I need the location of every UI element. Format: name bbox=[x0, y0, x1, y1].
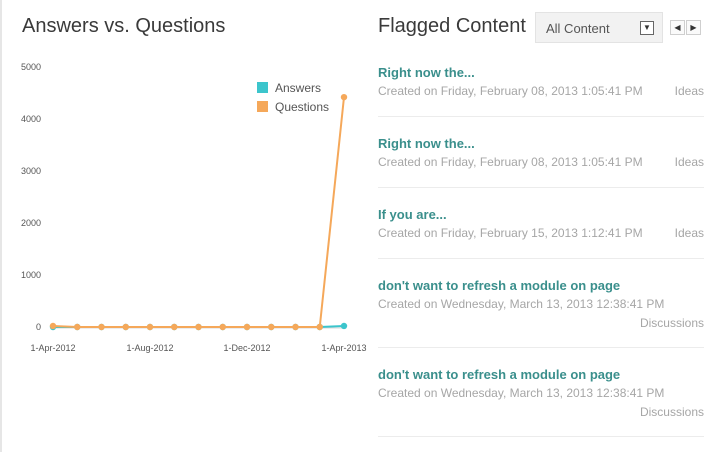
flagged-content-list: Right now the... Created on Friday, Febr… bbox=[378, 46, 704, 437]
flagged-content-title: Flagged Content bbox=[378, 15, 526, 37]
content-filter-select[interactable]: All Content ▼ bbox=[535, 12, 663, 43]
legend-swatch bbox=[257, 101, 268, 112]
list-item[interactable]: don't want to refresh a module on page C… bbox=[378, 348, 704, 437]
flagged-item-category: Discussions bbox=[639, 316, 704, 330]
flagged-item-title[interactable]: If you are... bbox=[378, 207, 447, 222]
data-point-questions bbox=[49, 322, 57, 330]
data-point-questions bbox=[98, 323, 105, 331]
data-point-questions bbox=[243, 323, 251, 331]
data-point-questions bbox=[195, 323, 202, 331]
x-axis: 1-Apr-2012 1-Aug-2012 1-Dec-2012 1-Apr-2013 bbox=[30, 327, 367, 353]
x-tick-label: 1-Dec-2012 bbox=[223, 343, 270, 353]
list-item[interactable]: Right now the... Created on Friday, Febr… bbox=[378, 117, 704, 188]
arrow-left-icon: ◀ bbox=[674, 23, 681, 32]
data-point-questions bbox=[146, 323, 154, 331]
data-point-questions bbox=[122, 323, 129, 331]
flagged-item-date: Created on Friday, February 08, 2013 1:0… bbox=[378, 84, 643, 98]
flagged-item-date: Created on Wednesday, March 13, 2013 12:… bbox=[378, 297, 665, 311]
legend-label: Questions bbox=[275, 100, 329, 114]
x-tick-label: 1-Apr-2013 bbox=[321, 343, 366, 353]
data-point-questions bbox=[292, 323, 299, 331]
y-tick-label: 5000 bbox=[21, 62, 41, 72]
data-point-answers bbox=[340, 322, 348, 330]
legend-label: Answers bbox=[275, 81, 321, 95]
series-layer bbox=[49, 93, 348, 331]
flagged-item-title[interactable]: don't want to refresh a module on page bbox=[378, 278, 620, 293]
list-item[interactable]: Right now the... Created on Friday, Febr… bbox=[378, 46, 704, 117]
series-line-questions bbox=[52, 97, 345, 328]
data-point-questions bbox=[316, 323, 323, 331]
data-point-questions bbox=[268, 323, 275, 331]
data-point-questions bbox=[171, 323, 178, 331]
y-tick-label: 4000 bbox=[21, 114, 41, 124]
chevron-down-icon[interactable]: ▼ bbox=[640, 21, 654, 35]
y-axis: 0 1000 2000 3000 4000 5000 bbox=[21, 62, 41, 332]
x-tick-label: 1-Apr-2012 bbox=[30, 343, 75, 353]
y-tick-label: 1000 bbox=[21, 270, 41, 280]
chart-legend[interactable]: Answers Questions bbox=[257, 81, 329, 114]
flagged-item-date: Created on Friday, February 08, 2013 1:0… bbox=[378, 155, 643, 169]
flagged-item-category: Discussions bbox=[639, 405, 704, 419]
legend-swatch bbox=[257, 82, 268, 93]
data-point-questions bbox=[219, 323, 226, 331]
flagged-item-title[interactable]: Right now the... bbox=[378, 136, 475, 151]
flagged-item-date: Created on Friday, February 15, 2013 1:1… bbox=[378, 226, 643, 240]
flagged-item-title[interactable]: Right now the... bbox=[378, 65, 475, 80]
arrow-right-icon: ▶ bbox=[690, 23, 697, 32]
flagged-item-title[interactable]: don't want to refresh a module on page bbox=[378, 367, 620, 382]
prev-page-button[interactable]: ◀ bbox=[670, 20, 685, 35]
flagged-item-category: Ideas bbox=[674, 155, 704, 169]
flagged-item-date: Created on Wednesday, March 13, 2013 12:… bbox=[378, 386, 665, 400]
x-tick-label: 1-Aug-2012 bbox=[126, 343, 173, 353]
y-tick-label: 3000 bbox=[21, 166, 41, 176]
answers-questions-chart: 0 1000 2000 3000 4000 5000 1-Apr-2012 1-Aug-20… bbox=[21, 62, 367, 353]
data-point-questions bbox=[340, 93, 348, 101]
list-item[interactable]: If you are... Created on Friday, Februar… bbox=[378, 188, 704, 259]
flagged-item-category: Ideas bbox=[674, 84, 704, 98]
y-tick-label: 2000 bbox=[21, 218, 41, 228]
flagged-item-category: Ideas bbox=[674, 226, 704, 240]
data-point-questions bbox=[74, 323, 81, 331]
next-page-button[interactable]: ▶ bbox=[686, 20, 701, 35]
list-item[interactable]: don't want to refresh a module on page C… bbox=[378, 259, 704, 348]
y-tick-label: 0 bbox=[36, 322, 41, 332]
content-filter-value: All Content bbox=[546, 21, 610, 36]
